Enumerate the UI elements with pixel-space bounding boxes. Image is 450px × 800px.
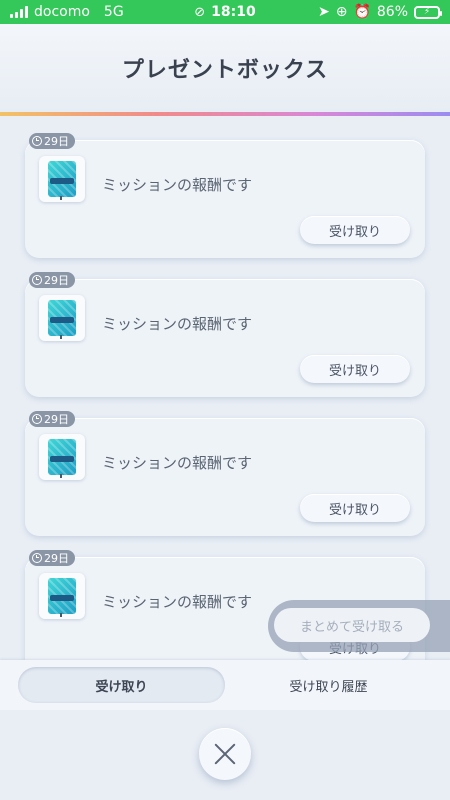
present-card: 29日 ミッションの報酬です 受け取り [25,133,425,258]
item-ticket-icon [39,156,85,202]
clock-icon [32,553,42,563]
expiry-badge: 29日 [29,411,75,427]
clock-icon [32,275,42,285]
network-label: 5G [103,4,124,20]
present-card: 29日 ミッションの報酬です 受け取り [25,272,425,397]
receive-button[interactable]: 受け取り [300,494,410,522]
alarm-icon: ⏰ [353,4,371,20]
expiry-days: 29日 [44,413,69,426]
link-icon: ⊘ [194,4,206,20]
bulk-receive-panel: まとめて受け取る [268,600,450,652]
close-icon [213,742,237,766]
location-icon: ➤ [317,4,330,20]
clock-icon [32,414,42,424]
status-bar: docomo 5G ⊘ 18:10 ➤ ⊕ ⏰ 86% ⚡ [0,0,450,24]
item-ticket-icon [39,434,85,480]
orientation-lock-icon: ⊕ [335,4,348,20]
expiry-days: 29日 [44,552,69,565]
tab-receive[interactable]: 受け取り [18,667,225,703]
receive-button[interactable]: 受け取り [300,216,410,244]
signal-icon [10,6,28,18]
bulk-receive-button[interactable]: まとめて受け取る [274,608,430,642]
expiry-badge: 29日 [29,550,75,566]
expiry-days: 29日 [44,274,69,287]
present-message: ミッションの報酬です [102,315,253,333]
battery-icon: ⚡ [414,5,442,19]
expiry-days: 29日 [44,135,69,148]
page-title: プレゼントボックス [121,58,329,83]
clock-icon [32,136,42,146]
present-card: 29日 ミッションの報酬です 受け取り [25,411,425,536]
expiry-badge: 29日 [29,272,75,288]
tab-history[interactable]: 受け取り履歴 [225,667,432,703]
close-button[interactable] [199,728,251,780]
header-accent-divider [0,112,450,116]
tab-bar: 受け取り 受け取り履歴 [0,660,450,710]
carrier-label: docomo [34,4,90,20]
battery-percent: 86% [376,4,408,20]
header: プレゼントボックス [0,24,450,112]
present-message: ミッションの報酬です [102,454,253,472]
present-message: ミッションの報酬です [102,176,253,194]
present-list[interactable]: 29日 ミッションの報酬です 受け取り 29日 ミッションの報酬です 受け取り … [0,120,450,660]
footer [0,710,450,800]
present-message: ミッションの報酬です [102,593,253,611]
item-ticket-icon [39,295,85,341]
expiry-badge: 29日 [29,133,75,149]
clock-time: 18:10 [211,4,256,20]
item-ticket-icon [39,573,85,619]
receive-button[interactable]: 受け取り [300,355,410,383]
